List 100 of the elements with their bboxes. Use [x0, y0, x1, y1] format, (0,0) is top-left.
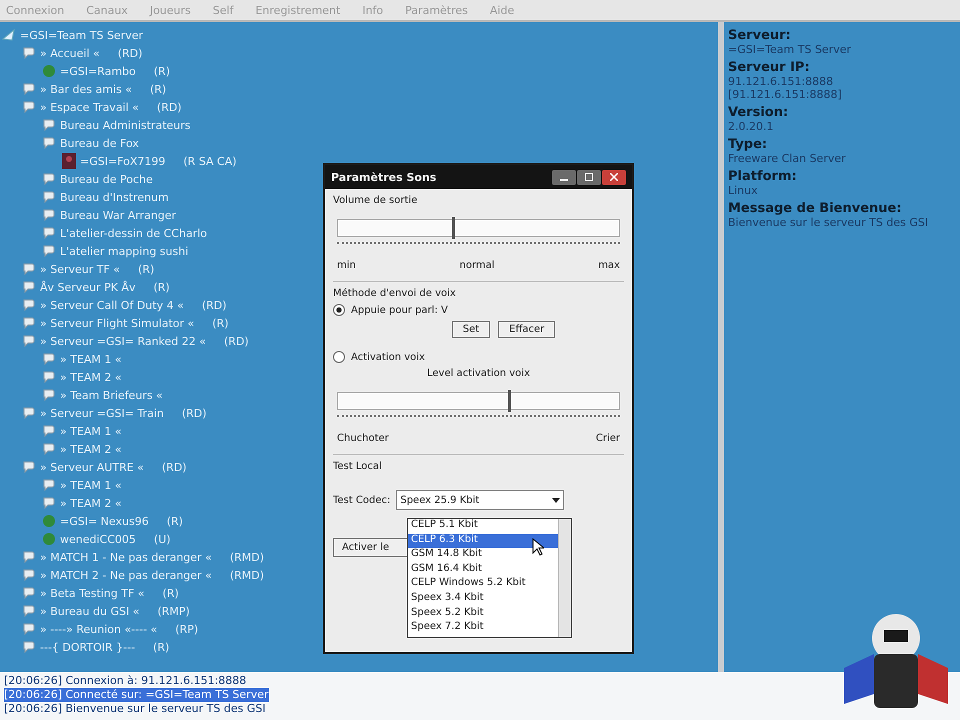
channel-icon — [42, 478, 56, 492]
radio-button[interactable] — [333, 304, 345, 316]
section-label: Test Local — [333, 461, 383, 472]
tree-item-flags: (RD) — [182, 406, 207, 420]
tree-item[interactable]: » Serveur =GSI= Ranked 22 « — [40, 334, 206, 348]
codec-option[interactable]: CELP Windows 5.2 Kbit — [408, 577, 558, 592]
tree-item[interactable]: » TEAM 2 « — [60, 370, 122, 384]
menu-item[interactable]: Info — [362, 4, 384, 16]
codec-option[interactable]: Speex 5.2 Kbit — [408, 606, 558, 622]
tree-item[interactable]: » Team Briefeurs « — [60, 388, 163, 402]
radio-button[interactable] — [333, 351, 345, 363]
channel-icon — [42, 226, 56, 240]
codec-option[interactable]: GSM 16.4 Kbit — [408, 562, 558, 578]
menu-item[interactable]: Paramètres — [405, 4, 468, 16]
tree-item-flags: (R) — [212, 316, 229, 330]
close-button[interactable] — [602, 170, 626, 184]
tree-item[interactable]: =GSI=FoX7199 — [80, 154, 166, 168]
tree-item[interactable]: Bureau War Arranger — [60, 208, 176, 222]
menu-item[interactable]: Aide — [490, 4, 514, 16]
tree-item[interactable]: » Serveur AUTRE « — [40, 460, 144, 474]
codec-select[interactable]: Speex 25.9 Kbit — [396, 490, 564, 510]
tree-item[interactable]: =GSI=Team TS Server — [20, 28, 144, 42]
tree-item[interactable]: Åv Serveur PK Åv — [40, 280, 136, 294]
menu-item[interactable]: Canaux — [86, 4, 128, 16]
tree-item[interactable]: » Bar des amis « — [40, 82, 132, 96]
tree-item-flags: (R SA CA) — [183, 154, 237, 168]
info-label: Platform: — [728, 169, 798, 184]
codec-option[interactable]: Speex 7.2 Kbit — [408, 621, 558, 636]
minimize-button[interactable] — [552, 170, 576, 184]
info-label: Serveur IP: — [728, 60, 811, 75]
tree-item[interactable]: » TEAM 1 « — [60, 352, 122, 366]
tree-item[interactable]: wenediCC005 — [60, 532, 136, 546]
channel-icon — [22, 406, 36, 420]
tree-item[interactable]: L'atelier-dessin de CCharlo — [60, 226, 208, 240]
info-value: [91.121.6.151:8888] — [728, 88, 843, 101]
tree-item[interactable]: Bureau de Poche — [60, 172, 153, 186]
tree-item-flags: (RMD) — [230, 568, 264, 582]
tree-item[interactable]: » TEAM 1 « — [60, 424, 122, 438]
channel-icon — [22, 586, 36, 600]
slider-thumb[interactable] — [508, 390, 512, 412]
dialog-button[interactable]: Set — [452, 321, 490, 338]
tree-item-flags: (RD) — [162, 460, 187, 474]
caret-icon — [552, 498, 560, 502]
channel-icon — [42, 172, 56, 186]
codec-label: Test Codec: — [333, 494, 390, 506]
tree-item[interactable]: » TEAM 2 « — [60, 442, 122, 456]
tree-item[interactable]: =GSI=Rambo — [60, 64, 136, 78]
tree-item[interactable]: ---{ DORTOIR }--- — [40, 640, 136, 654]
status-dot-icon — [42, 514, 56, 528]
menu-item[interactable]: Joueurs — [150, 4, 191, 16]
channel-icon — [22, 298, 36, 312]
menu-item[interactable]: Enregistrement — [255, 4, 340, 16]
channel-icon — [22, 640, 36, 654]
avatar-icon — [62, 153, 76, 169]
tree-item[interactable]: » Serveur TF « — [40, 262, 120, 276]
tree-item-flags: (RD) — [156, 100, 182, 114]
channel-icon — [42, 496, 56, 510]
info-value: Freeware Clan Server — [728, 152, 847, 165]
info-value: 2.0.20.1 — [728, 120, 774, 133]
menu-item[interactable]: Connexion — [6, 4, 64, 16]
tree-item-flags: (RD) — [202, 298, 227, 312]
maximize-button[interactable] — [577, 170, 601, 184]
tree-item[interactable]: » Bureau du GSI « — [40, 604, 140, 618]
tree-item[interactable]: » MATCH 2 - Ne pas deranger « — [40, 568, 212, 582]
channel-icon — [22, 568, 36, 582]
codec-option[interactable]: CELP 5.1 Kbit — [408, 519, 558, 534]
dialog-button[interactable]: Effacer — [498, 321, 556, 338]
channel-icon — [42, 244, 56, 258]
info-value: =GSI=Team TS Server — [728, 43, 852, 56]
tree-item[interactable]: » MATCH 1 - Ne pas deranger « — [40, 550, 212, 564]
codec-option[interactable]: Speex 3.4 Kbit — [408, 592, 558, 607]
info-label: Type: — [728, 137, 768, 152]
slider-track[interactable] — [337, 392, 620, 410]
tree-item[interactable]: » ----» Reunion «---- « — [40, 622, 158, 636]
tree-item[interactable]: » Serveur Flight Simulator « — [40, 316, 194, 330]
tree-item[interactable]: » Espace Travail « — [40, 100, 139, 114]
slider-track[interactable] — [337, 219, 620, 237]
tree-item[interactable]: L'atelier mapping sushi — [60, 244, 188, 258]
codec-option[interactable]: CELP 6.3 Kbit — [408, 534, 558, 548]
radio-label: Appuie pour parl: V — [351, 304, 448, 316]
tree-item[interactable]: Bureau Administrateurs — [60, 118, 191, 132]
tree-item[interactable]: » TEAM 2 « — [60, 496, 122, 510]
scrollbar[interactable] — [558, 519, 571, 637]
tree-item[interactable]: Bureau d'Instrenum — [60, 190, 169, 204]
tree-item[interactable]: » Accueil « — [40, 46, 100, 60]
menu-item[interactable]: Self — [212, 4, 234, 16]
channel-icon — [42, 136, 56, 150]
tree-item[interactable]: =GSI= Nexus96 — [60, 514, 149, 528]
tree-item[interactable]: Bureau de Fox — [60, 136, 139, 150]
maximize-icon — [585, 173, 593, 181]
tree-item[interactable]: » Serveur Call Of Duty 4 « — [40, 298, 184, 312]
tree-item-flags: (RMD) — [230, 550, 264, 564]
channel-icon — [22, 262, 36, 276]
tree-item[interactable]: » Beta Testing TF « — [40, 586, 145, 600]
channel-icon — [22, 604, 36, 618]
tree-item[interactable]: » Serveur =GSI= Train — [40, 406, 164, 420]
codec-option[interactable]: GSM 14.8 Kbit — [408, 548, 558, 563]
tree-item-flags: (R) — [150, 82, 166, 96]
slider-thumb[interactable] — [452, 217, 456, 239]
tree-item[interactable]: » TEAM 1 « — [60, 478, 122, 492]
